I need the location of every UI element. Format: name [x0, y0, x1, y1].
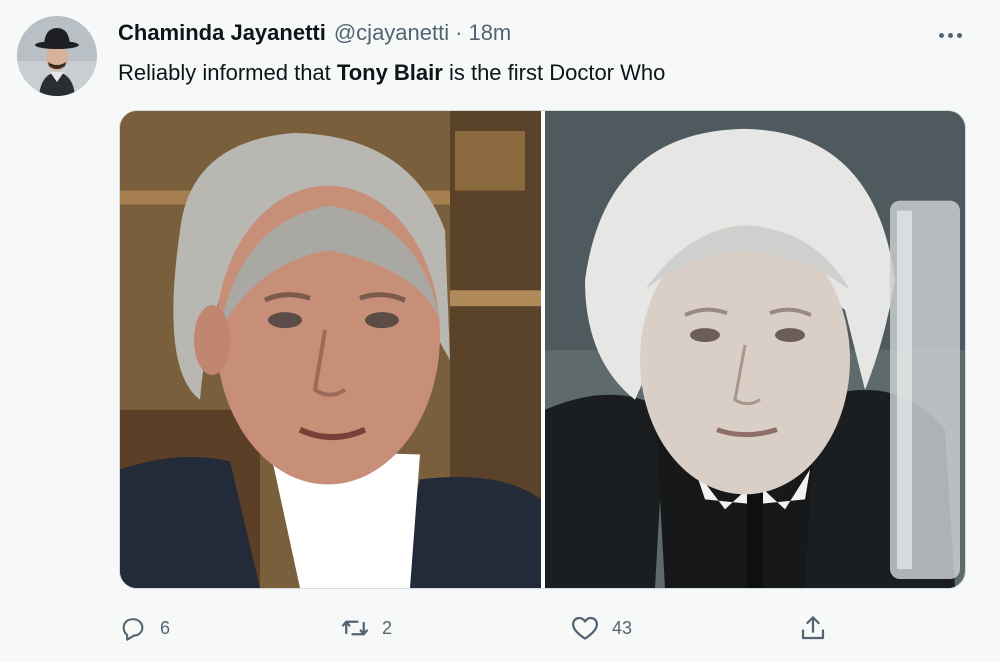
tweet-media: [119, 110, 966, 589]
reply-count: 6: [160, 617, 171, 638]
tweet-actions: 6 2 43: [118, 608, 838, 648]
author-name[interactable]: Chaminda Jayanetti: [118, 20, 326, 46]
separator-dot: ·: [455, 20, 463, 45]
retweet-button[interactable]: 2: [340, 608, 392, 648]
photo-left-image: [120, 111, 541, 588]
avatar-image: [17, 16, 97, 96]
retweet-icon: [340, 613, 370, 643]
heart-icon: [570, 613, 600, 643]
retweet-count: 2: [382, 617, 393, 638]
reply-button[interactable]: 6: [118, 608, 170, 648]
photo-left[interactable]: [120, 111, 541, 588]
avatar[interactable]: [17, 16, 97, 96]
photo-right[interactable]: [545, 111, 965, 588]
share-button[interactable]: [798, 608, 828, 648]
more-horizontal-icon: [938, 32, 962, 38]
tweet-text: Reliably informed that Tony Blair is the…: [118, 60, 665, 86]
tweet-text-part2: is the first Doctor Who: [442, 60, 666, 85]
like-count: 43: [612, 617, 633, 638]
photo-right-image: [545, 111, 965, 588]
more-options-button[interactable]: [930, 22, 970, 48]
author-handle[interactable]: @cjayanetti: [334, 20, 449, 46]
tweet[interactable]: Chaminda Jayanetti @cjayanetti · 18m Rel…: [0, 0, 1000, 662]
share-upload-icon: [798, 613, 828, 643]
tweet-header: Chaminda Jayanetti @cjayanetti · 18m: [118, 20, 511, 50]
tweet-text-part1: Reliably informed that: [118, 60, 337, 85]
like-button[interactable]: 43: [570, 608, 632, 648]
tweet-text-bold: Tony Blair: [336, 60, 443, 85]
reply-bubble-icon: [118, 613, 148, 643]
timestamp[interactable]: 18m: [468, 20, 511, 46]
